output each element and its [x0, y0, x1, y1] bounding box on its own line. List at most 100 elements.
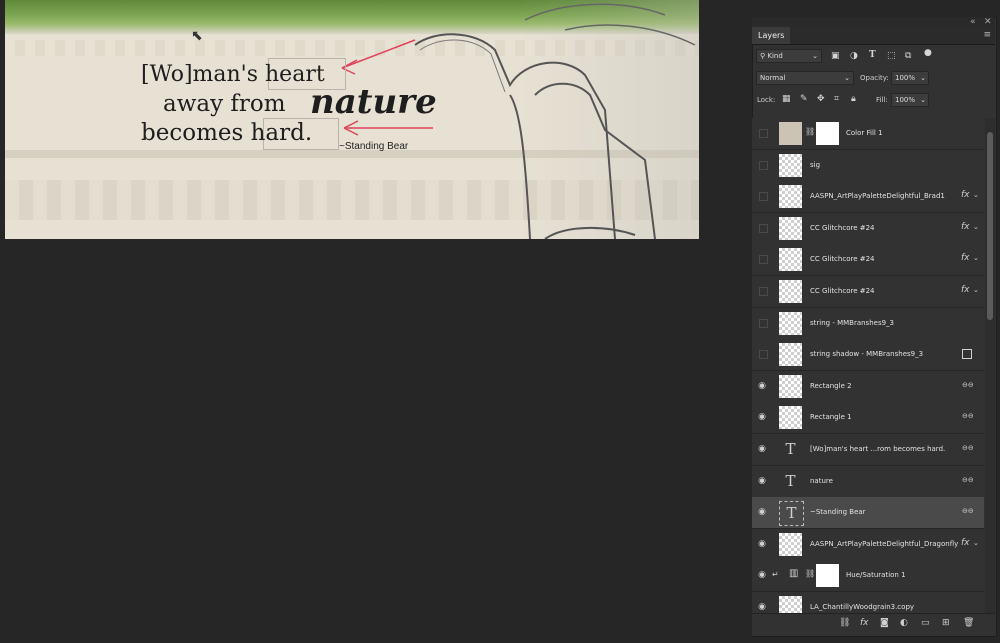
lock-all-icon[interactable]: 🔒︎ — [851, 93, 856, 105]
chevron-down-icon[interactable]: ⌄ — [973, 539, 979, 547]
quote-script-word: nature — [310, 82, 437, 122]
layer-thumbnail — [779, 248, 802, 271]
adjustment-icon[interactable]: ◐ — [900, 618, 908, 628]
close-panel-icon[interactable]: ✕ — [984, 17, 992, 27]
layer-name[interactable]: string - MMBranshes9_3 — [810, 308, 894, 339]
eye-visibility-icon[interactable]: ◉ — [756, 475, 768, 487]
layer-name[interactable]: AASPN_ArtPlayPaletteDelightful_Dragonfly — [810, 529, 958, 560]
filter-shape-icon[interactable]: ⬚ — [887, 50, 896, 62]
chevron-down-icon[interactable]: ⌄ — [973, 286, 979, 294]
layer-name[interactable]: ~Standing Bear — [810, 497, 866, 528]
layer-name[interactable]: [Wo]man's heart ...rom becomes hard. — [810, 434, 945, 465]
blend-mode-select[interactable]: Normal ⌄ — [756, 71, 854, 85]
quote-line-3: becomes hard. — [141, 120, 313, 146]
layer-mask-thumbnail[interactable] — [816, 122, 839, 145]
visibility-toggle[interactable] — [759, 161, 768, 170]
trash-icon[interactable]: 🗑︎ — [963, 618, 974, 628]
clipping-arrow-icon: ↵ — [772, 570, 779, 579]
lock-artboard-icon[interactable]: ⌗ — [834, 93, 839, 105]
opacity-input[interactable]: 100% ⌄ — [891, 71, 929, 85]
document-canvas[interactable]: [Wo]man's heart away from nature becomes… — [5, 0, 699, 239]
layer-row[interactable]: CC Glitchcore #24 fx ⌄ — [752, 244, 984, 276]
layer-name[interactable]: CC Glitchcore #24 — [810, 213, 875, 244]
chevron-down-icon[interactable]: ⌄ — [973, 223, 979, 231]
layer-row[interactable]: ◉ Rectangle 2 ⊖⊖ — [752, 371, 984, 403]
layer-row[interactable]: string - MMBranshes9_3 — [752, 308, 984, 340]
layer-mask-thumbnail[interactable] — [816, 564, 839, 587]
layer-row[interactable]: ◉ ↵ ▥ ⛓ Hue/Saturation 1 — [752, 560, 984, 592]
filter-toggle-icon[interactable]: ● — [924, 47, 932, 59]
opacity-label: Opacity: — [860, 74, 889, 82]
visibility-toggle[interactable] — [759, 287, 768, 296]
opacity-value: 100% — [895, 74, 916, 82]
eye-visibility-icon[interactable]: ◉ — [756, 506, 768, 518]
layer-name[interactable]: CC Glitchcore #24 — [810, 276, 875, 307]
layer-thumbnail — [779, 375, 802, 398]
lock-position-icon[interactable]: ✥ — [817, 93, 825, 105]
text-layer-icon: T — [785, 472, 796, 490]
layer-row[interactable]: sig — [752, 150, 984, 182]
layer-row[interactable]: ◉ T [Wo]man's heart ...rom becomes hard. ⊖⊖ — [752, 434, 984, 466]
filter-adjustment-icon[interactable]: ◑ — [850, 50, 858, 62]
lock-paint-icon[interactable]: ✎ — [800, 93, 808, 105]
folder-icon[interactable]: ▭ — [921, 618, 930, 628]
visibility-toggle[interactable] — [759, 129, 768, 138]
layer-name[interactable]: Hue/Saturation 1 — [846, 560, 906, 591]
layer-effects-icon[interactable]: fx — [961, 285, 970, 295]
add-mask-icon[interactable]: ◙ — [880, 618, 889, 628]
eye-visibility-icon[interactable]: ◉ — [756, 601, 768, 613]
layer-row[interactable]: CC Glitchcore #24 fx ⌄ — [752, 276, 984, 308]
new-layer-icon[interactable]: ⊞ — [942, 618, 950, 628]
layer-name[interactable]: Rectangle 1 — [810, 402, 852, 433]
eye-visibility-icon[interactable]: ◉ — [756, 569, 768, 581]
chevron-down-icon[interactable]: ⌄ — [973, 254, 979, 262]
layer-row[interactable]: string shadow - MMBranshes9_3 — [752, 339, 984, 371]
layer-row[interactable]: ⛓ Color Fill 1 — [752, 118, 984, 150]
smart-object-icon — [962, 349, 972, 359]
lock-transparent-icon[interactable]: ▦ — [782, 93, 791, 105]
layer-name[interactable]: AASPN_ArtPlayPaletteDelightful_Brad1 — [810, 181, 945, 212]
collapse-panel-icon[interactable]: « — [970, 17, 976, 27]
filter-kind-select[interactable]: ⚲ Kind ⌄ — [756, 49, 822, 63]
link-layers-icon[interactable]: ⛓ — [839, 618, 850, 628]
layer-name[interactable]: CC Glitchcore #24 — [810, 244, 875, 275]
chevron-down-icon: ⌄ — [812, 52, 818, 60]
visibility-toggle[interactable] — [759, 350, 768, 359]
layer-row[interactable]: AASPN_ArtPlayPaletteDelightful_Brad1 fx ⌄ — [752, 181, 984, 213]
layer-effects-icon[interactable]: fx — [961, 538, 970, 548]
visibility-toggle[interactable] — [759, 224, 768, 233]
layer-row[interactable]: ◉ Rectangle 1 ⊖⊖ — [752, 402, 984, 434]
eye-visibility-icon[interactable]: ◉ — [756, 411, 768, 423]
layer-effects-icon[interactable]: fx — [961, 190, 970, 200]
panel-menu-icon[interactable]: ≡ — [983, 30, 991, 40]
layer-name[interactable]: Color Fill 1 — [846, 118, 883, 149]
eye-visibility-icon[interactable]: ◉ — [756, 443, 768, 455]
filter-smartobject-icon[interactable]: ⧉ — [905, 50, 911, 62]
layer-name[interactable]: nature — [810, 466, 833, 497]
chevron-down-icon: ⌄ — [844, 74, 850, 82]
layer-row[interactable]: ◉ AASPN_ArtPlayPaletteDelightful_Dragonfl… — [752, 529, 984, 561]
layer-effects-icon[interactable]: fx — [961, 253, 970, 263]
visibility-toggle[interactable] — [759, 192, 768, 201]
eye-visibility-icon[interactable]: ◉ — [756, 538, 768, 550]
layer-row[interactable]: ◉ Tnature ⊖⊖ — [752, 466, 984, 498]
layer-row[interactable]: ◉ T ~Standing Bear ⊖⊖ — [752, 497, 984, 529]
layer-name[interactable]: string shadow - MMBranshes9_3 — [810, 339, 923, 370]
linked-layer-icon: ⊖⊖ — [962, 507, 974, 515]
fill-input[interactable]: 100% ⌄ — [891, 93, 929, 107]
tab-layers[interactable]: Layers — [752, 27, 791, 44]
blend-mode-label: Normal — [760, 74, 786, 82]
layer-row[interactable]: CC Glitchcore #24 fx ⌄ — [752, 213, 984, 245]
layer-name[interactable]: sig — [810, 150, 820, 181]
layer-effects-icon[interactable]: fx — [961, 222, 970, 232]
layer-thumbnail — [779, 312, 802, 335]
layer-name[interactable]: Rectangle 2 — [810, 371, 852, 402]
filter-type-icon[interactable]: T — [869, 49, 876, 61]
chevron-down-icon[interactable]: ⌄ — [973, 191, 979, 199]
visibility-toggle[interactable] — [759, 319, 768, 328]
fx-icon[interactable]: fx — [860, 618, 869, 628]
scrollbar-thumb[interactable] — [987, 132, 993, 320]
filter-pixel-icon[interactable]: ▣ — [831, 50, 840, 62]
visibility-toggle[interactable] — [759, 255, 768, 264]
eye-visibility-icon[interactable]: ◉ — [756, 380, 768, 392]
